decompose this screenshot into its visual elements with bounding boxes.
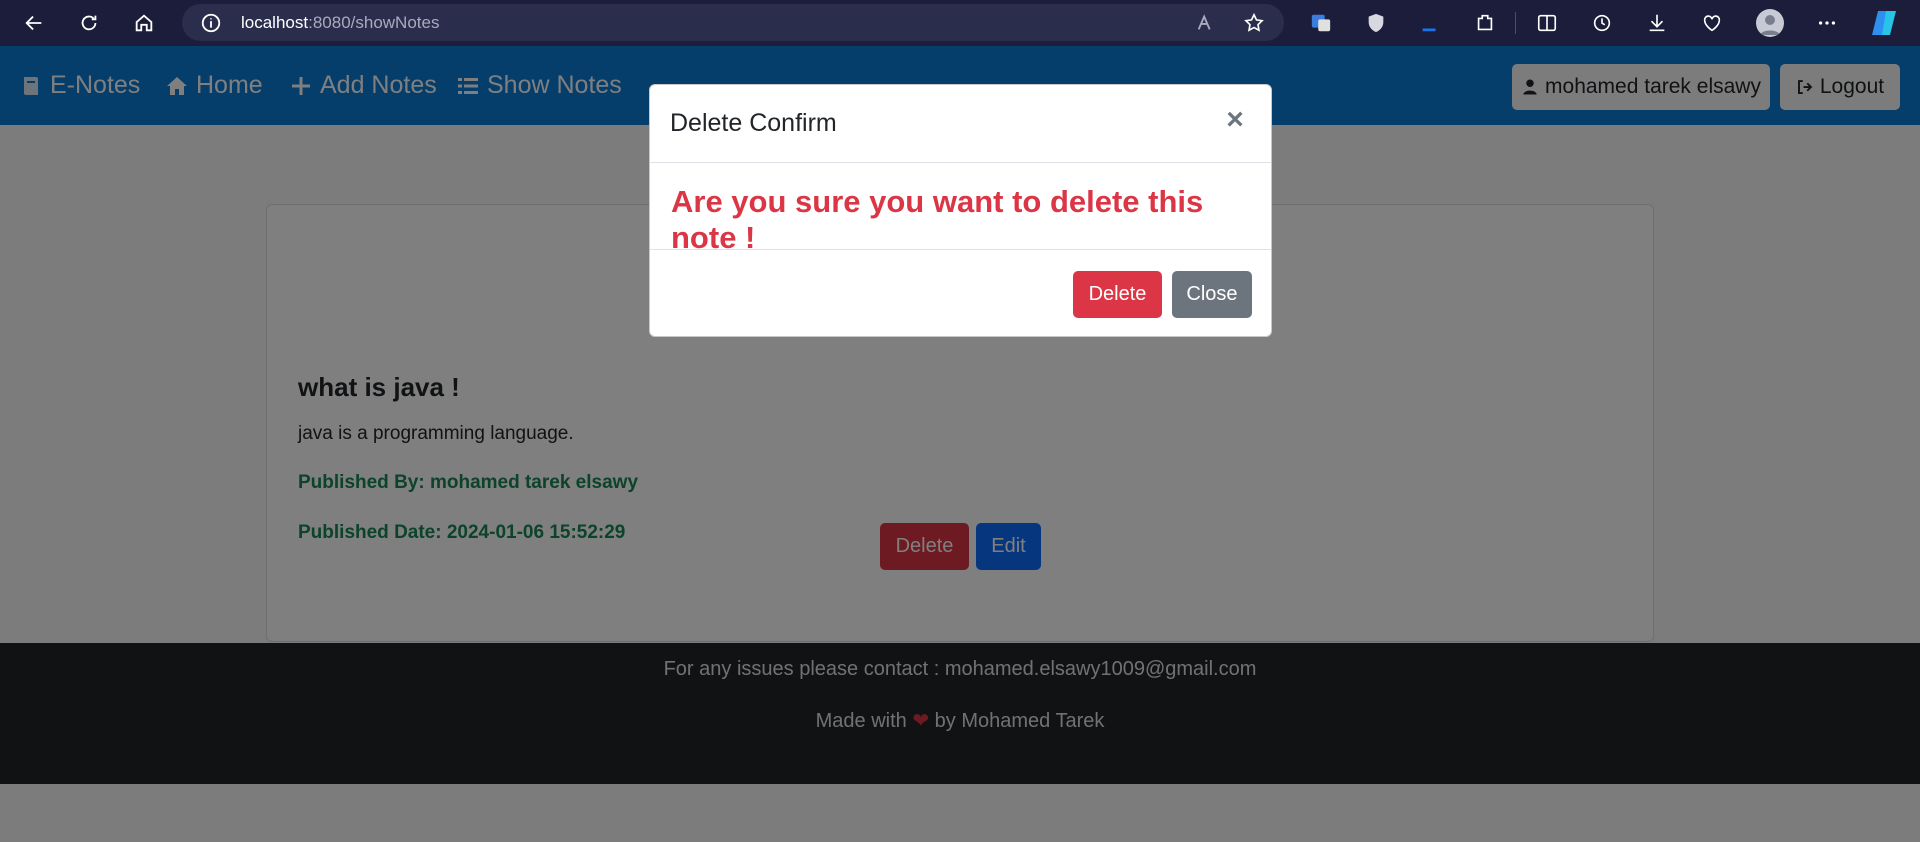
more-options-icon[interactable] <box>1815 11 1839 35</box>
read-aloud-icon[interactable] <box>1194 11 1218 35</box>
modal-body: Are you sure you want to delete this not… <box>650 164 1271 255</box>
downloads-progress-icon[interactable] <box>1418 11 1442 35</box>
copilot-icon[interactable] <box>1870 9 1900 37</box>
back-icon[interactable] <box>22 11 46 35</box>
url-text: localhost:8080/showNotes <box>241 13 439 33</box>
delete-confirm-modal: Delete Confirm × Are you sure you want t… <box>649 84 1272 337</box>
history-icon[interactable] <box>1590 11 1614 35</box>
downloads-icon[interactable] <box>1645 11 1669 35</box>
refresh-icon[interactable] <box>77 11 101 35</box>
modal-delete-button[interactable]: Delete <box>1073 271 1162 318</box>
browser-toolbar: localhost:8080/showNotes <box>0 0 1920 46</box>
browser-essentials-icon[interactable] <box>1700 11 1724 35</box>
page: E-Notes Home Add Notes Show Notes mohame… <box>0 46 1920 842</box>
translate-icon[interactable] <box>1309 11 1333 35</box>
modal-header: Delete Confirm × <box>650 85 1271 163</box>
home-icon[interactable] <box>132 11 156 35</box>
url-path: :8080/showNotes <box>308 13 440 32</box>
favorite-star-icon[interactable] <box>1242 11 1266 35</box>
toolbar-separator <box>1515 12 1516 34</box>
profile-avatar[interactable] <box>1756 9 1784 37</box>
modal-title: Delete Confirm <box>670 109 837 137</box>
shield-icon[interactable] <box>1364 11 1388 35</box>
modal-close-button[interactable]: Close <box>1172 271 1252 318</box>
extensions-icon[interactable] <box>1473 11 1497 35</box>
site-info-icon[interactable] <box>200 12 222 34</box>
modal-message: Are you sure you want to delete this not… <box>671 184 1204 255</box>
split-screen-icon[interactable] <box>1535 11 1559 35</box>
url-host: localhost <box>241 13 309 32</box>
modal-close-icon[interactable]: × <box>1220 105 1250 135</box>
address-bar[interactable]: localhost:8080/showNotes <box>182 4 1284 41</box>
